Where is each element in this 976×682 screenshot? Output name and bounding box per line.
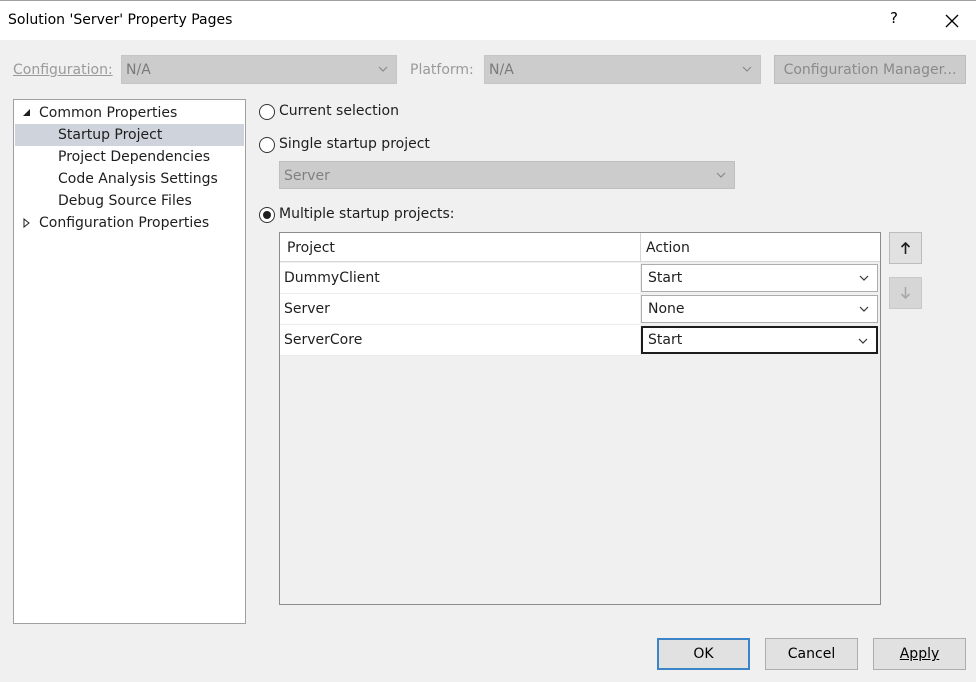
tree-node-label: Configuration Properties — [39, 215, 210, 231]
configuration-row: Configuration: N/A Platform: N/A Configu… — [0, 55, 976, 85]
action-value: Start — [648, 332, 683, 348]
action-dropdown[interactable]: None — [641, 295, 878, 323]
single-startup-radio[interactable] — [259, 137, 275, 153]
property-tree: Common Properties Startup Project Projec… — [13, 99, 246, 624]
tree-item-code-analysis-settings[interactable]: Code Analysis Settings — [58, 168, 218, 190]
chevron-down-icon — [858, 338, 868, 344]
configuration-label: Configuration: — [13, 62, 113, 78]
platform-label: Platform: — [410, 62, 474, 78]
close-icon — [945, 14, 959, 28]
action-value: Start — [648, 270, 683, 286]
apply-button[interactable]: Apply — [873, 638, 966, 670]
platform-dropdown[interactable]: N/A — [484, 55, 761, 84]
title-bar: Solution 'Server' Property Pages ? — [0, 0, 976, 40]
current-selection-radio[interactable] — [259, 104, 275, 120]
single-startup-label: Single startup project — [279, 136, 430, 152]
multiple-startup-radio[interactable] — [259, 207, 275, 223]
action-dropdown[interactable]: Start — [641, 326, 878, 354]
single-startup-dropdown[interactable]: Server — [279, 161, 735, 189]
arrow-up-icon — [900, 241, 911, 254]
expanded-arrow-icon — [23, 109, 30, 116]
tree-item-project-dependencies[interactable]: Project Dependencies — [58, 146, 210, 168]
action-value: None — [648, 301, 685, 317]
cancel-button[interactable]: Cancel — [765, 638, 858, 670]
move-down-button[interactable] — [889, 277, 922, 309]
ok-button[interactable]: OK — [657, 638, 750, 670]
single-startup-value: Server — [284, 168, 330, 184]
radio-selected-dot — [263, 211, 271, 219]
move-up-button[interactable] — [889, 232, 922, 264]
close-button[interactable] — [938, 7, 966, 35]
tree-item-startup-project[interactable]: Startup Project — [15, 124, 244, 146]
chevron-down-icon — [742, 66, 752, 72]
apply-button-label: Apply — [899, 646, 940, 662]
table-row[interactable]: Server None — [280, 294, 880, 325]
column-header-project[interactable]: Project — [287, 240, 335, 256]
action-dropdown[interactable]: Start — [641, 264, 878, 292]
help-button[interactable]: ? — [884, 9, 904, 33]
configuration-value: N/A — [126, 62, 151, 78]
arrow-down-icon — [900, 287, 911, 300]
project-cell[interactable]: Server — [280, 294, 640, 325]
chevron-down-icon — [859, 275, 869, 281]
configuration-label-text: Configuration: — [13, 62, 113, 78]
window-title: Solution 'Server' Property Pages — [8, 12, 233, 28]
project-cell[interactable]: DummyClient — [280, 263, 640, 294]
startup-projects-grid: Project Action DummyClient Start Server … — [279, 232, 881, 605]
table-row[interactable]: DummyClient Start — [280, 263, 880, 294]
grid-header: Project Action — [280, 233, 880, 262]
chevron-down-icon — [716, 172, 726, 178]
chevron-down-icon — [859, 306, 869, 312]
project-cell[interactable]: ServerCore — [280, 325, 640, 356]
platform-value: N/A — [489, 62, 514, 78]
column-header-action[interactable]: Action — [646, 240, 690, 256]
collapsed-arrow-icon — [23, 218, 30, 228]
tree-item-debug-source-files[interactable]: Debug Source Files — [58, 190, 192, 212]
configuration-manager-button[interactable]: Configuration Manager... — [774, 55, 966, 84]
tree-node-label: Common Properties — [39, 105, 178, 121]
multiple-startup-label: Multiple startup projects: — [279, 206, 455, 222]
table-row[interactable]: ServerCore Start — [280, 325, 880, 356]
column-divider[interactable] — [640, 233, 641, 262]
configuration-dropdown[interactable]: N/A — [121, 55, 397, 84]
chevron-down-icon — [378, 66, 388, 72]
current-selection-label: Current selection — [279, 103, 399, 119]
